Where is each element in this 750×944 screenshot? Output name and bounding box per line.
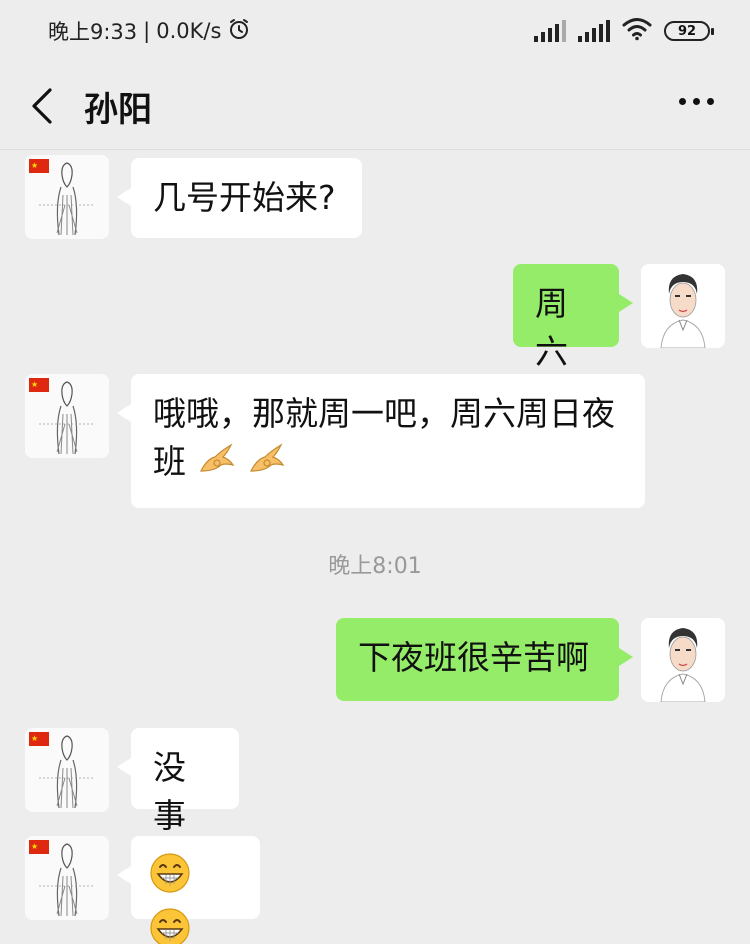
message-text: 周六 (535, 284, 568, 371)
message-bubble-incoming[interactable]: 哦哦，那就周一吧，周六周日夜 班 (117, 374, 645, 508)
ok-hand-emoji (247, 440, 287, 488)
contact-avatar[interactable]: ★ (25, 155, 109, 239)
contact-avatar[interactable]: ★ (25, 728, 109, 812)
battery-icon: 92 (664, 21, 714, 41)
back-button[interactable] (24, 84, 64, 128)
grin-emoji (149, 852, 191, 907)
more-options-button[interactable] (679, 98, 714, 105)
more-dot (693, 98, 700, 105)
message-bubble-incoming[interactable]: 没事 (117, 728, 239, 835)
status-separator: | (143, 19, 151, 43)
grin-emoji (149, 907, 191, 944)
signal-strength-icon (534, 20, 566, 42)
message-text: 几号开始来? (153, 178, 336, 217)
status-left: 晚上9:33 | 0.0K/s (48, 16, 251, 46)
svg-text:★: ★ (31, 842, 38, 851)
message-text: 班 (153, 442, 186, 481)
my-avatar[interactable] (641, 618, 725, 702)
message-text: 下夜班很辛苦啊 (358, 638, 589, 677)
more-dots-icon (679, 98, 686, 105)
message-bubble-outgoing[interactable]: 周六 (513, 264, 633, 371)
ok-hand-emoji (197, 440, 237, 488)
svg-text:★: ★ (31, 161, 38, 170)
chat-timestamp: 晚上8:01 (328, 554, 422, 579)
alarm-clock-icon (227, 17, 251, 46)
signal-strength-icon-2 (578, 20, 610, 42)
contact-avatar[interactable]: ★ (25, 836, 109, 920)
status-bar: 晚上9:33 | 0.0K/s 92 (0, 0, 750, 62)
chat-title: 孙阳 (84, 90, 152, 130)
status-time: 晚上9:33 (48, 20, 138, 44)
message-text-line-2: 班 (153, 438, 623, 488)
message-text: 没事 (153, 748, 186, 835)
svg-text:★: ★ (31, 380, 38, 389)
svg-text:★: ★ (31, 734, 38, 743)
chat-header: 孙阳 (0, 62, 750, 150)
contact-avatar[interactable]: ★ (25, 374, 109, 458)
more-dot (707, 98, 714, 105)
message-text-line-1: 哦哦，那就周一吧，周六周日夜 (153, 394, 615, 433)
status-right: 92 (534, 17, 714, 45)
message-bubble-incoming[interactable] (117, 836, 260, 944)
message-bubble-outgoing[interactable]: 下夜班很辛苦啊 (336, 618, 633, 701)
chevron-left-icon (32, 88, 52, 124)
battery-level: 92 (677, 23, 697, 39)
wifi-icon (622, 17, 652, 45)
status-net-speed: 0.0K/s (156, 19, 222, 43)
my-avatar[interactable] (641, 264, 725, 348)
message-bubble-incoming[interactable]: 几号开始来? (117, 158, 362, 238)
